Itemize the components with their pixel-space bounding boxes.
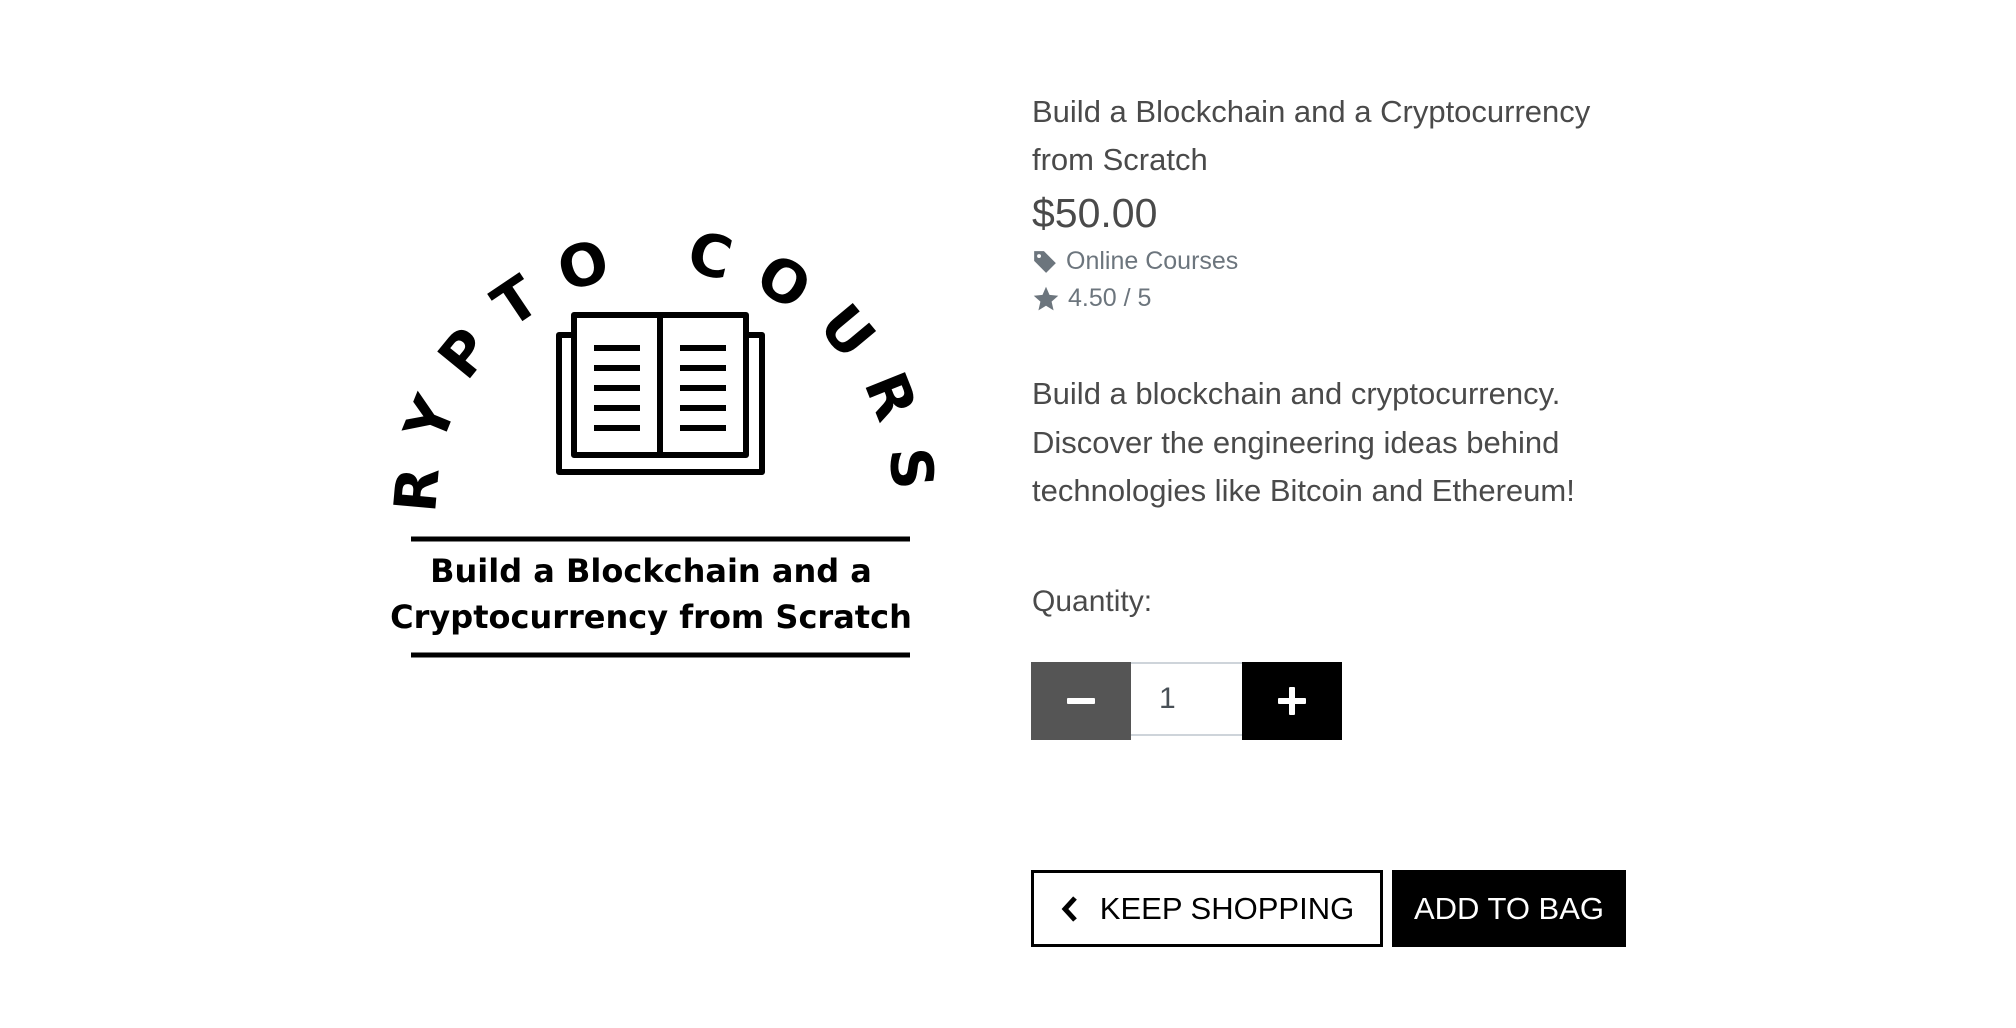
decrement-button[interactable] [1031, 662, 1131, 740]
keep-shopping-label: KEEP SHOPPING [1099, 890, 1355, 926]
add-to-bag-button[interactable]: ADD TO BAG [1392, 870, 1626, 947]
book-icon [556, 312, 765, 475]
plus-icon [1278, 687, 1306, 715]
logo-line-1: Build a Blockchain and a [430, 552, 872, 590]
product-price: $50.00 [1032, 190, 1158, 236]
quantity-stepper [1031, 662, 1342, 740]
product-rating: 4.50 / 5 [1032, 284, 1652, 313]
category-label: Online Courses [1066, 247, 1239, 275]
keep-shopping-button[interactable]: KEEP SHOPPING [1031, 870, 1383, 947]
product-title: Build a Blockchain and a Cryptocurrency … [1032, 94, 1591, 177]
rating-value: 4.50 / 5 [1068, 284, 1152, 312]
logo-line-2: Cryptocurrency from Scratch [390, 598, 912, 636]
increment-button[interactable] [1242, 662, 1342, 740]
quantity-input[interactable] [1131, 662, 1242, 736]
product-description: Build a blockchain and cryptocurrency. D… [1032, 376, 1575, 508]
quantity-label: Quantity: [1032, 585, 1153, 618]
product-category[interactable]: Online Courses [1032, 247, 1652, 276]
minus-icon [1067, 698, 1095, 704]
product-info: Build a Blockchain and a Cryptocurrency … [1032, 88, 1652, 313]
chevron-left-icon [1061, 895, 1077, 922]
tag-icon [1034, 250, 1056, 273]
product-image-logo: CRYPTO COURSE Build a Blockchain and a C… [380, 130, 923, 658]
star-icon [1033, 286, 1059, 310]
